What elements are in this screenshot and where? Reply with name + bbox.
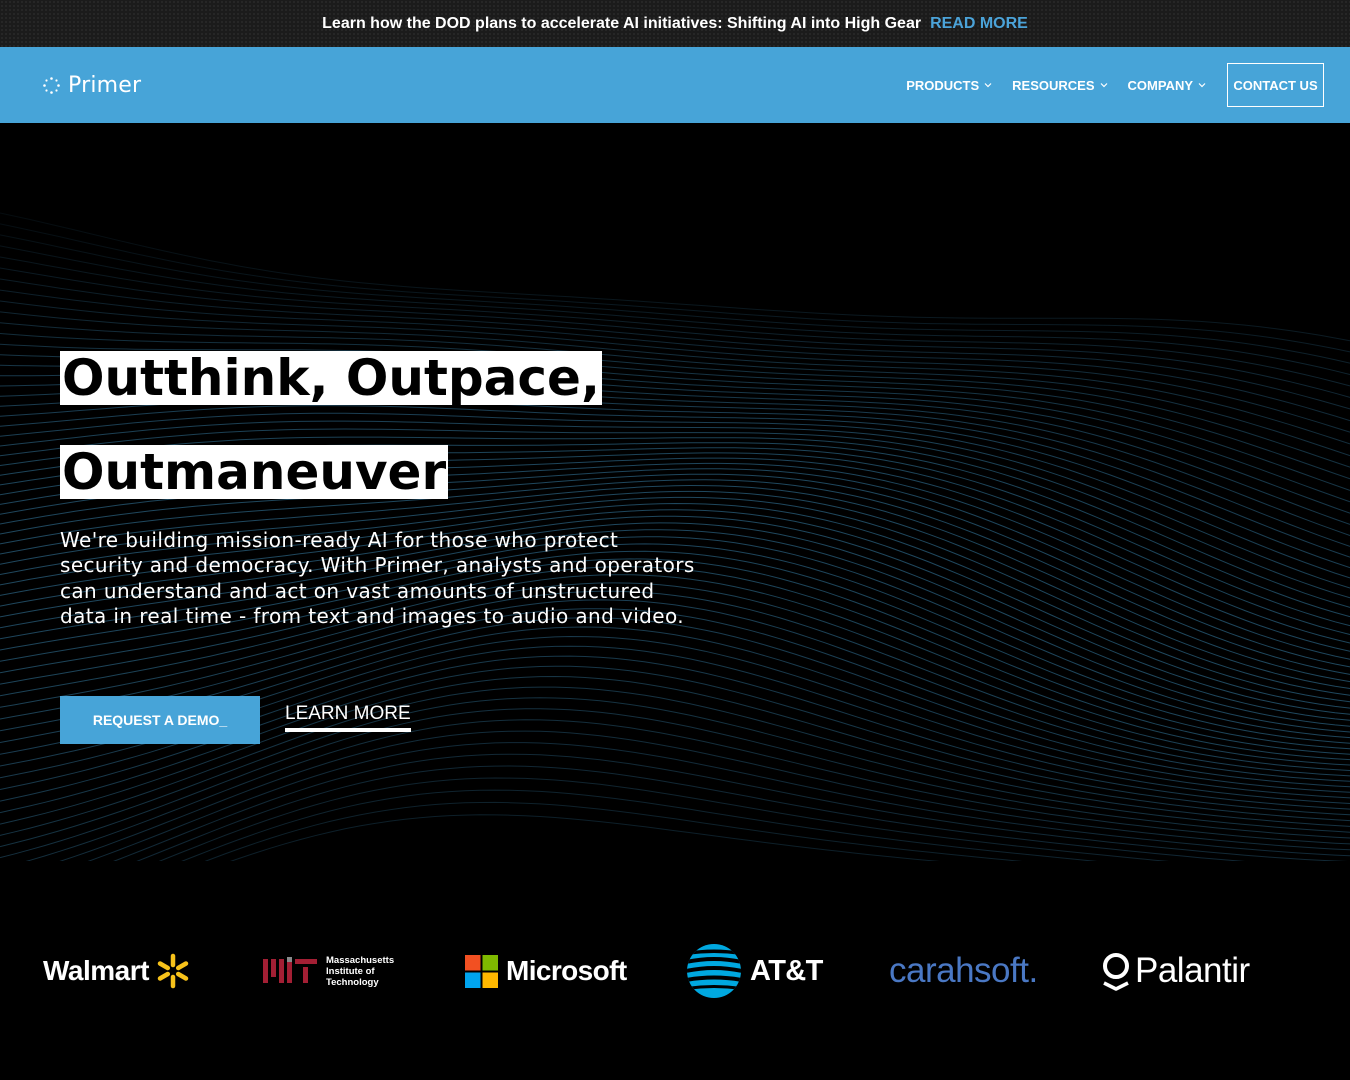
read-more-link[interactable]: READ MORE [930, 15, 1028, 33]
chevron-down-icon [1100, 83, 1107, 88]
learn-more-link[interactable]: LEARN MORE [285, 703, 411, 732]
primer-logo-icon [43, 77, 60, 94]
walmart-wordmark: Walmart [43, 955, 149, 986]
mit-line-2: Institute of [326, 965, 375, 977]
brand-logo[interactable]: Primer [43, 73, 141, 98]
palantir-icon [1103, 953, 1129, 991]
microsoft-wordmark: Microsoft [506, 955, 627, 986]
headline-line-1: Outthink, Outpace, [60, 349, 602, 407]
palantir-wordmark: Palantir [1135, 951, 1250, 990]
hero-headline: Outthink, Outpace, Outmaneuver [60, 338, 602, 526]
chevron-down-icon [1198, 83, 1206, 88]
microsoft-logo: Microsoft [465, 946, 627, 996]
mit-wordmark: Massachusetts Institute of Technology [326, 955, 394, 988]
hero-section: Outthink, Outpace, Outmaneuver We're bui… [0, 123, 1350, 861]
mit-mark-icon [263, 957, 317, 983]
att-globe-icon [687, 944, 741, 998]
mit-line-1: Massachusetts [326, 954, 395, 966]
request-demo-button[interactable]: REQUEST A DEMO_ [60, 696, 260, 744]
walmart-logo: Walmart [43, 946, 191, 996]
headline-line-2: Outmaneuver [60, 443, 449, 501]
nav-item-company[interactable]: COMPANY [1128, 63, 1206, 107]
walmart-spark-icon [157, 953, 189, 989]
palantir-logo: Palantir [1101, 946, 1250, 996]
nav-menu: PRODUCTS RESOURCES COMPANY CONTACT US [906, 63, 1324, 107]
nav-item-label: RESOURCES [1012, 77, 1095, 93]
announcement-bar: Learn how the DOD plans to accelerate AI… [0, 0, 1350, 47]
nav-item-label: PRODUCTS [906, 77, 980, 93]
carahsoft-logo: carahsoft. [889, 946, 1038, 996]
mit-line-3: Technology [326, 976, 379, 988]
mit-logo: Massachusetts Institute of Technology [263, 946, 394, 996]
nav-item-label: COMPANY [1127, 77, 1193, 93]
contact-us-button[interactable]: CONTACT US [1227, 63, 1324, 107]
partner-logos: Walmart Massachusetts Institute of Techn… [0, 861, 1350, 1080]
announcement-message: Learn how the DOD plans to accelerate AI… [322, 14, 922, 32]
nav-item-products[interactable]: PRODUCTS [906, 63, 992, 107]
brand-name: Primer [68, 73, 142, 98]
nav-item-resources[interactable]: RESOURCES [1012, 63, 1107, 107]
att-wordmark: AT&T [750, 954, 823, 987]
chevron-down-icon [984, 83, 992, 88]
att-logo: AT&T [686, 944, 823, 998]
hero-description: We're building mission-ready AI for thos… [60, 528, 695, 629]
main-nav: Primer PRODUCTS RESOURCES COMPANY CONTAC… [0, 47, 1350, 123]
carahsoft-wordmark: carahsoft. [889, 951, 1038, 990]
microsoft-grid-icon [465, 954, 498, 988]
